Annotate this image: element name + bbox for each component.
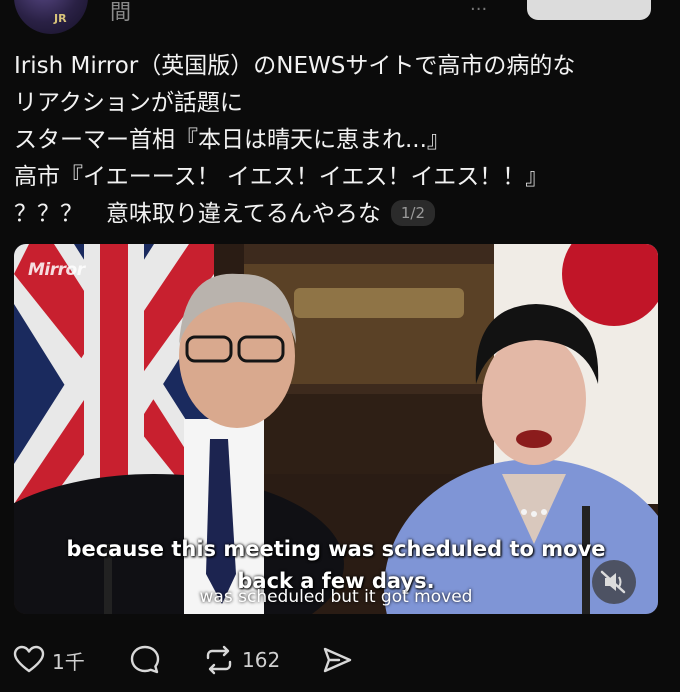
post-text: Irish Mirror（英国版）のNEWSサイトで高市の病的な リアクションが… — [14, 48, 664, 233]
comment-button[interactable] — [128, 640, 162, 680]
mirror-watermark: Mirror — [28, 260, 85, 280]
post-actions: 1千 162 — [0, 640, 680, 680]
heart-icon — [13, 645, 45, 673]
post-line-3: スターマー首相『本日は晴天に恵まれ...』 — [14, 127, 450, 153]
post-line-5: ？？？ 意味取り違えてるんやろな 1/2 — [14, 196, 664, 233]
post-line-1: Irish Mirror（英国版）のNEWSサイトで高市の病的な — [14, 53, 576, 79]
page-indicator-badge: 1/2 — [390, 200, 435, 226]
mute-icon — [600, 570, 626, 594]
follow-button[interactable] — [527, 0, 651, 20]
avatar-emblem: JR — [54, 12, 67, 25]
username[interactable]: 間 — [110, 0, 131, 26]
more-options-icon[interactable]: ... — [470, 0, 487, 15]
mute-button[interactable] — [592, 560, 636, 604]
avatar[interactable]: JR — [14, 0, 88, 34]
like-count: 1千 — [52, 649, 85, 674]
repost-button[interactable]: 162 — [202, 640, 280, 680]
share-button[interactable] — [320, 640, 354, 680]
video-player[interactable]: Mirror because this meeting was schedule… — [14, 244, 658, 614]
repost-count: 162 — [242, 648, 281, 672]
post-header: JR 間 ... — [0, 0, 680, 40]
share-icon — [323, 647, 352, 673]
video-subtitle: was scheduled but it got moved — [199, 587, 473, 607]
post-line-4: 高市『イエーース！ イエス！イエス！イエス！！』 — [14, 164, 549, 190]
post-line-2: リアクションが話題に — [14, 90, 243, 116]
post-line-5-text: ？？？ 意味取り違えてるんやろな — [14, 201, 381, 227]
like-button[interactable]: 1千 — [12, 640, 85, 680]
comment-icon — [130, 645, 160, 674]
repost-icon — [206, 645, 232, 675]
video-caption-line-1: because this meeting was scheduled to mo… — [66, 537, 606, 561]
